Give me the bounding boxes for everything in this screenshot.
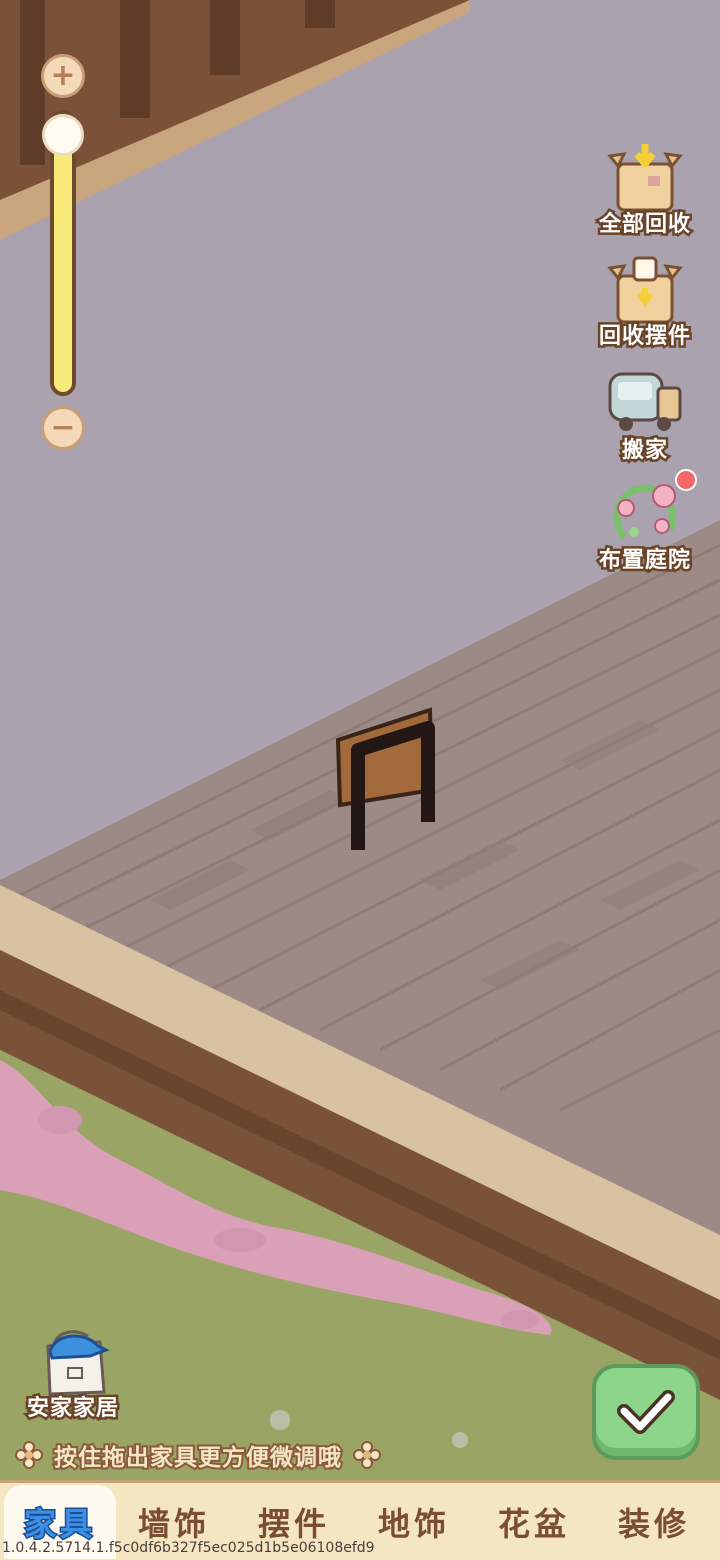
version-text: 1.0.4.2.5714.1.f5c0df6b327f5ec025d1b5e06… — [2, 1540, 375, 1556]
furniture-store-label: 安家家居 — [24, 1394, 120, 1424]
move-house-label: 搬家 — [619, 436, 669, 466]
tab-renovation[interactable]: 装修 — [598, 1485, 710, 1559]
checkmark-icon — [617, 1390, 675, 1434]
flower-left-icon — [15, 1441, 43, 1469]
truck-icon — [608, 372, 682, 431]
recycle-all-button[interactable]: 全部回收 — [590, 142, 700, 246]
box-download-icon — [607, 144, 683, 212]
tab-flower-pots[interactable]: 花盆 — [478, 1485, 590, 1559]
bag-cap-icon — [46, 1330, 110, 1396]
arrange-yard-button[interactable]: 布置庭院 — [590, 478, 700, 582]
hint-bar: 按住拖出家具更方便微调哦 — [14, 1436, 382, 1474]
furniture-store-button[interactable]: 安家家居 — [18, 1322, 128, 1428]
notification-badge — [675, 469, 697, 491]
tab-floor-decor[interactable]: 地饰 — [358, 1485, 470, 1559]
flower-right-icon — [353, 1441, 381, 1469]
zoom-out-button[interactable]: − — [41, 406, 85, 450]
recycle-all-label: 全部回收 — [596, 210, 692, 240]
recycle-decor-label: 回收摆件 — [596, 322, 692, 352]
cup-box-icon — [607, 256, 683, 324]
flower-wreath-icon — [613, 484, 676, 541]
zoom-in-button[interactable]: + — [41, 54, 85, 98]
plus-icon: + — [50, 58, 76, 93]
move-house-button[interactable]: 搬家 — [590, 368, 700, 472]
hint-text: 按住拖出家具更方便微调哦 — [52, 1443, 343, 1473]
arrange-yard-label: 布置庭院 — [596, 546, 692, 576]
zoom-slider-thumb[interactable] — [42, 114, 84, 157]
minus-icon: − — [50, 410, 76, 445]
confirm-button[interactable] — [592, 1364, 700, 1460]
recycle-decor-button[interactable]: 回收摆件 — [590, 254, 700, 358]
